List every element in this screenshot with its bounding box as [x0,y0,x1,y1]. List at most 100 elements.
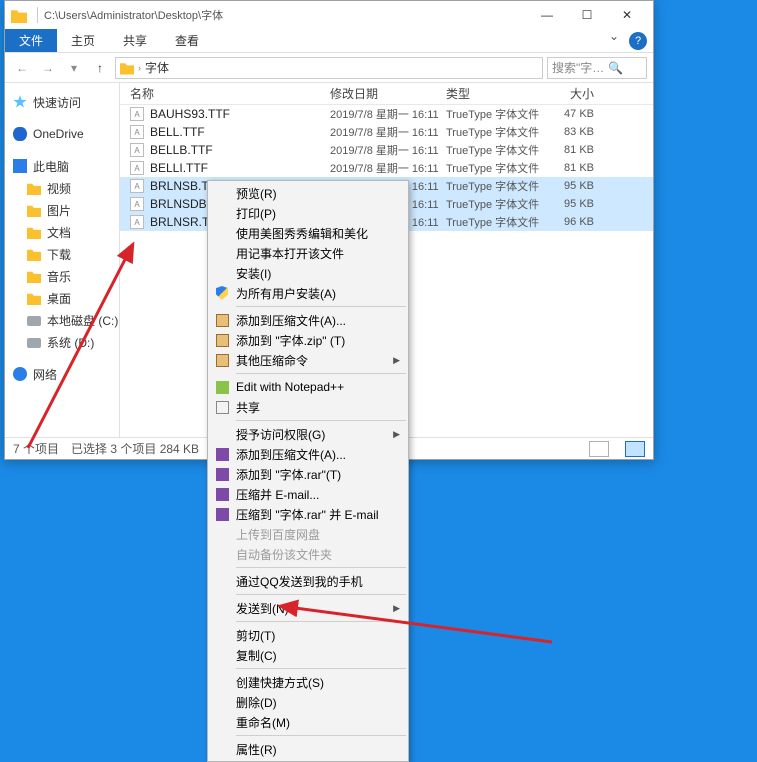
sidebar-item[interactable]: 快速访问 [5,91,119,113]
menu-item-label: 用记事本打开该文件 [236,245,344,262]
menu-item[interactable]: 使用美图秀秀编辑和美化 [208,223,408,243]
menu-item-label: 授予访问权限(G) [236,426,325,443]
nav-back-button[interactable]: ← [11,57,33,79]
np-icon [214,379,230,395]
box-icon [214,332,230,348]
box-icon [214,312,230,328]
file-date: 2019/7/8 星期一 16:11 [330,124,446,140]
menu-item-label: 创建快捷方式(S) [236,674,324,691]
sidebar-item[interactable]: 本地磁盘 (C:) [5,309,119,331]
menu-item-label: 安装(I) [236,265,271,282]
menu-item[interactable]: 授予访问权限(G)▶ [208,424,408,444]
ribbon-expand-icon[interactable]: ⌄ [609,29,619,52]
search-icon: 🔍 [608,61,623,75]
menu-item[interactable]: 剪切(T) [208,625,408,645]
sidebar-item-label: OneDrive [33,127,84,141]
menu-item[interactable]: 添加到压缩文件(A)... [208,444,408,464]
sidebar-item[interactable]: 音乐 [5,265,119,287]
menu-item[interactable]: 发送到(N)▶ [208,598,408,618]
menu-item[interactable]: 属性(R) [208,739,408,759]
menu-item[interactable]: 重命名(M) [208,712,408,732]
address-bar[interactable]: › 字体 [115,57,543,79]
table-row[interactable]: ABELLI.TTF2019/7/8 星期一 16:11TrueType 字体文… [120,159,653,177]
nav-history-button[interactable]: ▾ [63,57,85,79]
menu-item[interactable]: 为所有用户安装(A) [208,283,408,303]
cloud-icon [13,127,27,141]
menu-item[interactable]: 打印(P) [208,203,408,223]
sidebar-item[interactable]: 视频 [5,177,119,199]
sidebar-item-label: 文档 [47,224,71,241]
divider [37,7,38,23]
search-input[interactable]: 搜索"字… 🔍 [547,57,647,79]
sidebar-item-label: 桌面 [47,290,71,307]
menu-item[interactable]: 通过QQ发送到我的手机 [208,571,408,591]
ribbon-tab-share[interactable]: 共享 [109,29,161,52]
menu-item[interactable]: 添加到压缩文件(A)... [208,310,408,330]
file-date: 2019/7/8 星期一 16:11 [330,142,446,158]
help-icon[interactable]: ? [629,32,647,50]
table-row[interactable]: ABELL.TTF2019/7/8 星期一 16:11TrueType 字体文件… [120,123,653,141]
sidebar-item[interactable]: 桌面 [5,287,119,309]
table-row[interactable]: ABAUHS93.TTF2019/7/8 星期一 16:11TrueType 字… [120,105,653,123]
context-menu: 预览(R)打印(P)使用美图秀秀编辑和美化用记事本打开该文件安装(I) 为所有用户… [207,180,409,762]
sidebar-item[interactable]: 图片 [5,199,119,221]
sidebar-item-label: 下载 [47,246,71,263]
col-date[interactable]: 修改日期 [330,85,446,102]
menu-item[interactable]: 压缩并 E-mail... [208,484,408,504]
menu-item[interactable]: 压缩到 "字体.rar" 并 E-mail [208,504,408,524]
menu-separator [236,567,406,568]
menu-item[interactable]: 其他压缩命令▶ [208,350,408,370]
shield-icon [214,285,230,301]
file-type: TrueType 字体文件 [446,124,546,140]
menu-separator [236,594,406,595]
sidebar-item[interactable]: 下载 [5,243,119,265]
menu-item[interactable]: 创建快捷方式(S) [208,672,408,692]
sidebar-item[interactable]: 文档 [5,221,119,243]
file-type: TrueType 字体文件 [446,106,546,122]
ribbon: 文件 主页 共享 查看 ⌄ ? [5,29,653,53]
menu-item[interactable]: 用记事本打开该文件 [208,243,408,263]
ribbon-tab-file[interactable]: 文件 [5,29,57,52]
view-icons-button[interactable] [625,441,645,457]
ribbon-tab-home[interactable]: 主页 [57,29,109,52]
ribbon-tab-view[interactable]: 查看 [161,29,213,52]
menu-item-label: 属性(R) [236,741,277,758]
close-button[interactable]: ✕ [607,1,647,29]
status-selection: 已选择 3 个项目 284 KB [71,440,199,457]
menu-separator [236,373,406,374]
file-date: 2019/7/8 星期一 16:11 [330,106,446,122]
sidebar-item[interactable]: 系统 (D:) [5,331,119,353]
sidebar-item[interactable]: 此电脑 [5,155,119,177]
sidebar-item[interactable]: 网络 [5,363,119,385]
menu-item[interactable]: 添加到 "字体.zip" (T) [208,330,408,350]
view-details-button[interactable] [589,441,609,457]
sidebar-item-label: 图片 [47,202,71,219]
col-type[interactable]: 类型 [446,85,546,102]
menu-item-label: 复制(C) [236,647,277,664]
share-icon [214,399,230,415]
minimize-button[interactable]: — [527,1,567,29]
file-size: 47 KB [546,108,602,120]
nav-up-button[interactable]: ↑ [89,57,111,79]
menu-item[interactable]: Edit with Notepad++ [208,377,408,397]
col-size[interactable]: 大小 [546,85,602,102]
menu-item-label: 上传到百度网盘 [236,526,320,543]
maximize-button[interactable]: ☐ [567,1,607,29]
table-row[interactable]: ABELLB.TTF2019/7/8 星期一 16:11TrueType 字体文… [120,141,653,159]
menu-item[interactable]: 添加到 "字体.rar"(T) [208,464,408,484]
fol-icon [27,225,41,239]
menu-item[interactable]: 预览(R) [208,183,408,203]
menu-item[interactable]: 安装(I) [208,263,408,283]
col-name[interactable]: 名称 [130,85,330,102]
breadcrumb[interactable]: 字体 [145,59,169,76]
menu-item[interactable]: 复制(C) [208,645,408,665]
menu-item[interactable]: 共享 [208,397,408,417]
rar-icon [214,446,230,462]
file-type: TrueType 字体文件 [446,178,546,194]
sidebar-item[interactable]: OneDrive [5,123,119,145]
font-file-icon: A [130,125,144,139]
fol-icon [27,247,41,261]
menu-item-label: 为所有用户安装(A) [236,285,336,302]
nav-forward-button[interactable]: → [37,57,59,79]
menu-item[interactable]: 删除(D) [208,692,408,712]
